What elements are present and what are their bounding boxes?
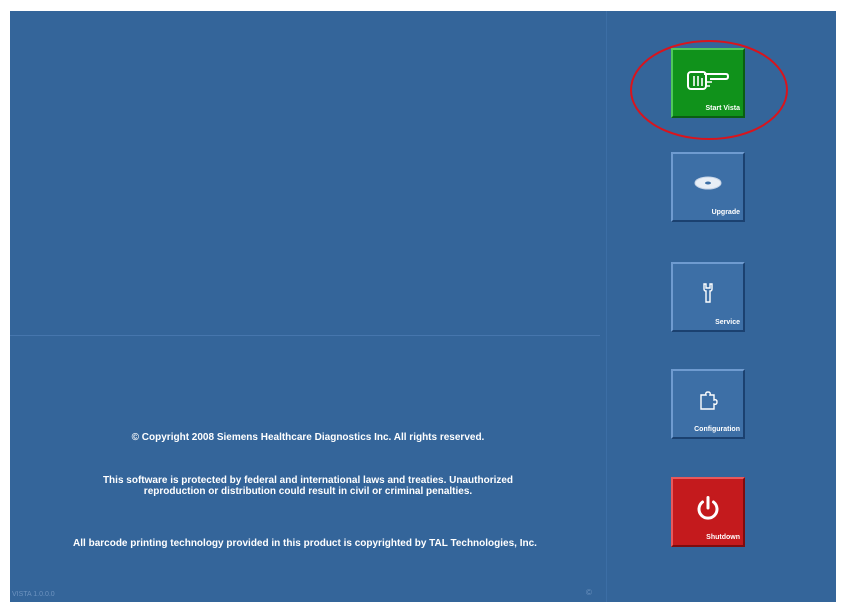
upgrade-label: Upgrade xyxy=(711,209,740,216)
shutdown-button[interactable]: Shutdown xyxy=(671,477,745,547)
start-vista-button[interactable]: Start Vista xyxy=(671,48,745,118)
pointing-hand-icon xyxy=(673,64,743,94)
upgrade-button[interactable]: Upgrade xyxy=(671,152,745,222)
legal-notice-line-2: reproduction or distribution could resul… xyxy=(143,486,473,497)
power-icon xyxy=(673,493,743,523)
copyright-text: © Copyright 2008 Siemens Healthcare Diag… xyxy=(131,432,485,443)
puzzle-piece-icon xyxy=(673,385,743,415)
configuration-label: Configuration xyxy=(694,426,740,433)
version-label: VISTA 1.0.0.0 xyxy=(12,591,55,598)
barcode-notice: All barcode printing technology provided… xyxy=(73,538,537,549)
service-label: Service xyxy=(715,319,740,326)
legal-notice-line-1: This software is protected by federal an… xyxy=(102,475,514,486)
service-button[interactable]: Service xyxy=(671,262,745,332)
shutdown-label: Shutdown xyxy=(706,534,740,541)
wrench-icon xyxy=(673,278,743,308)
start-vista-label: Start Vista xyxy=(705,105,741,112)
configuration-button[interactable]: Configuration xyxy=(671,369,745,439)
status-mark: © xyxy=(586,588,592,597)
disc-icon xyxy=(673,168,743,198)
content-divider xyxy=(10,335,600,336)
